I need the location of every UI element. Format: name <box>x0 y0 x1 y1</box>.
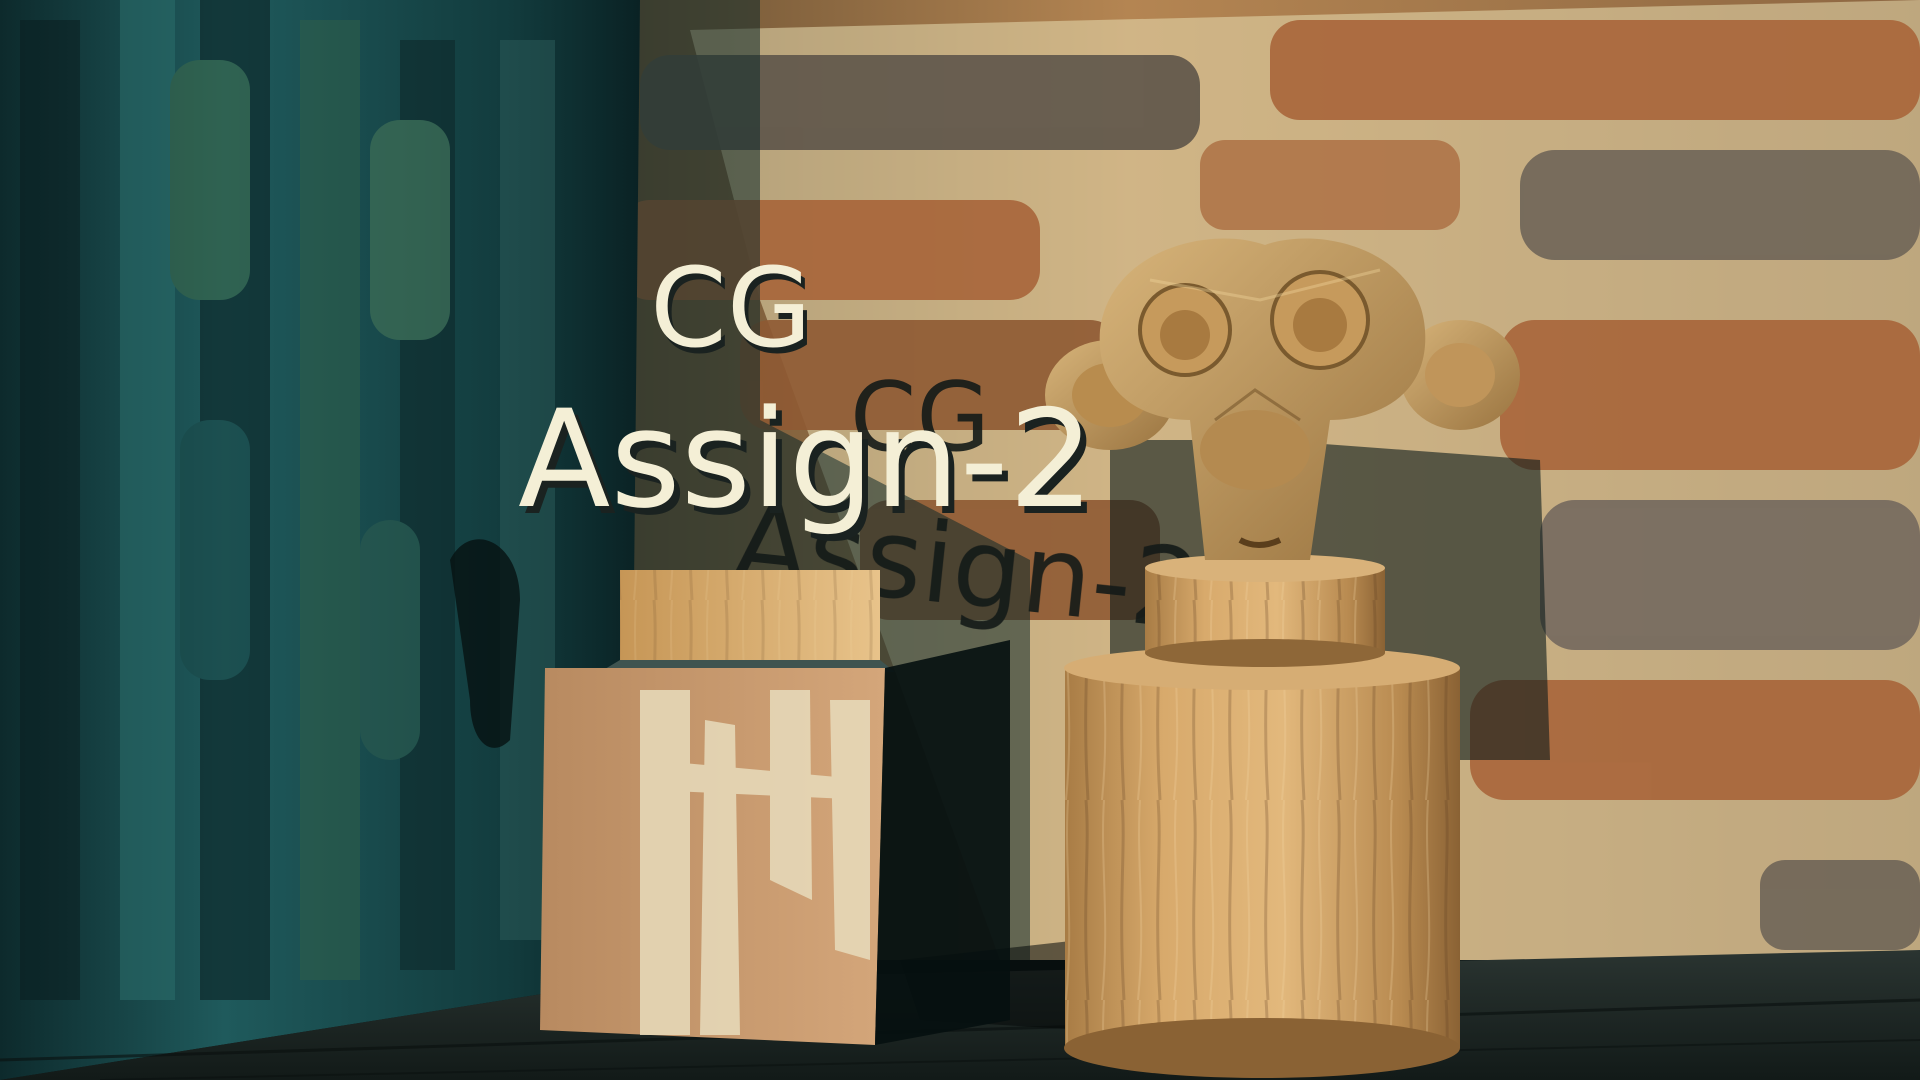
top-wooden-box <box>600 570 895 672</box>
title-line2: Assign-2 <box>518 381 1094 538</box>
scene-svg: CG Assign-2 CG CG Assign-2 Assign-2 <box>0 0 1920 1080</box>
render-viewport: CG Assign-2 CG CG Assign-2 Assign-2 <box>0 0 1920 1080</box>
cylinder-pedestal <box>1064 646 1460 1078</box>
cardboard-box <box>540 640 1010 1045</box>
small-cylinder <box>1145 554 1385 667</box>
title-line1: CG <box>650 244 812 372</box>
